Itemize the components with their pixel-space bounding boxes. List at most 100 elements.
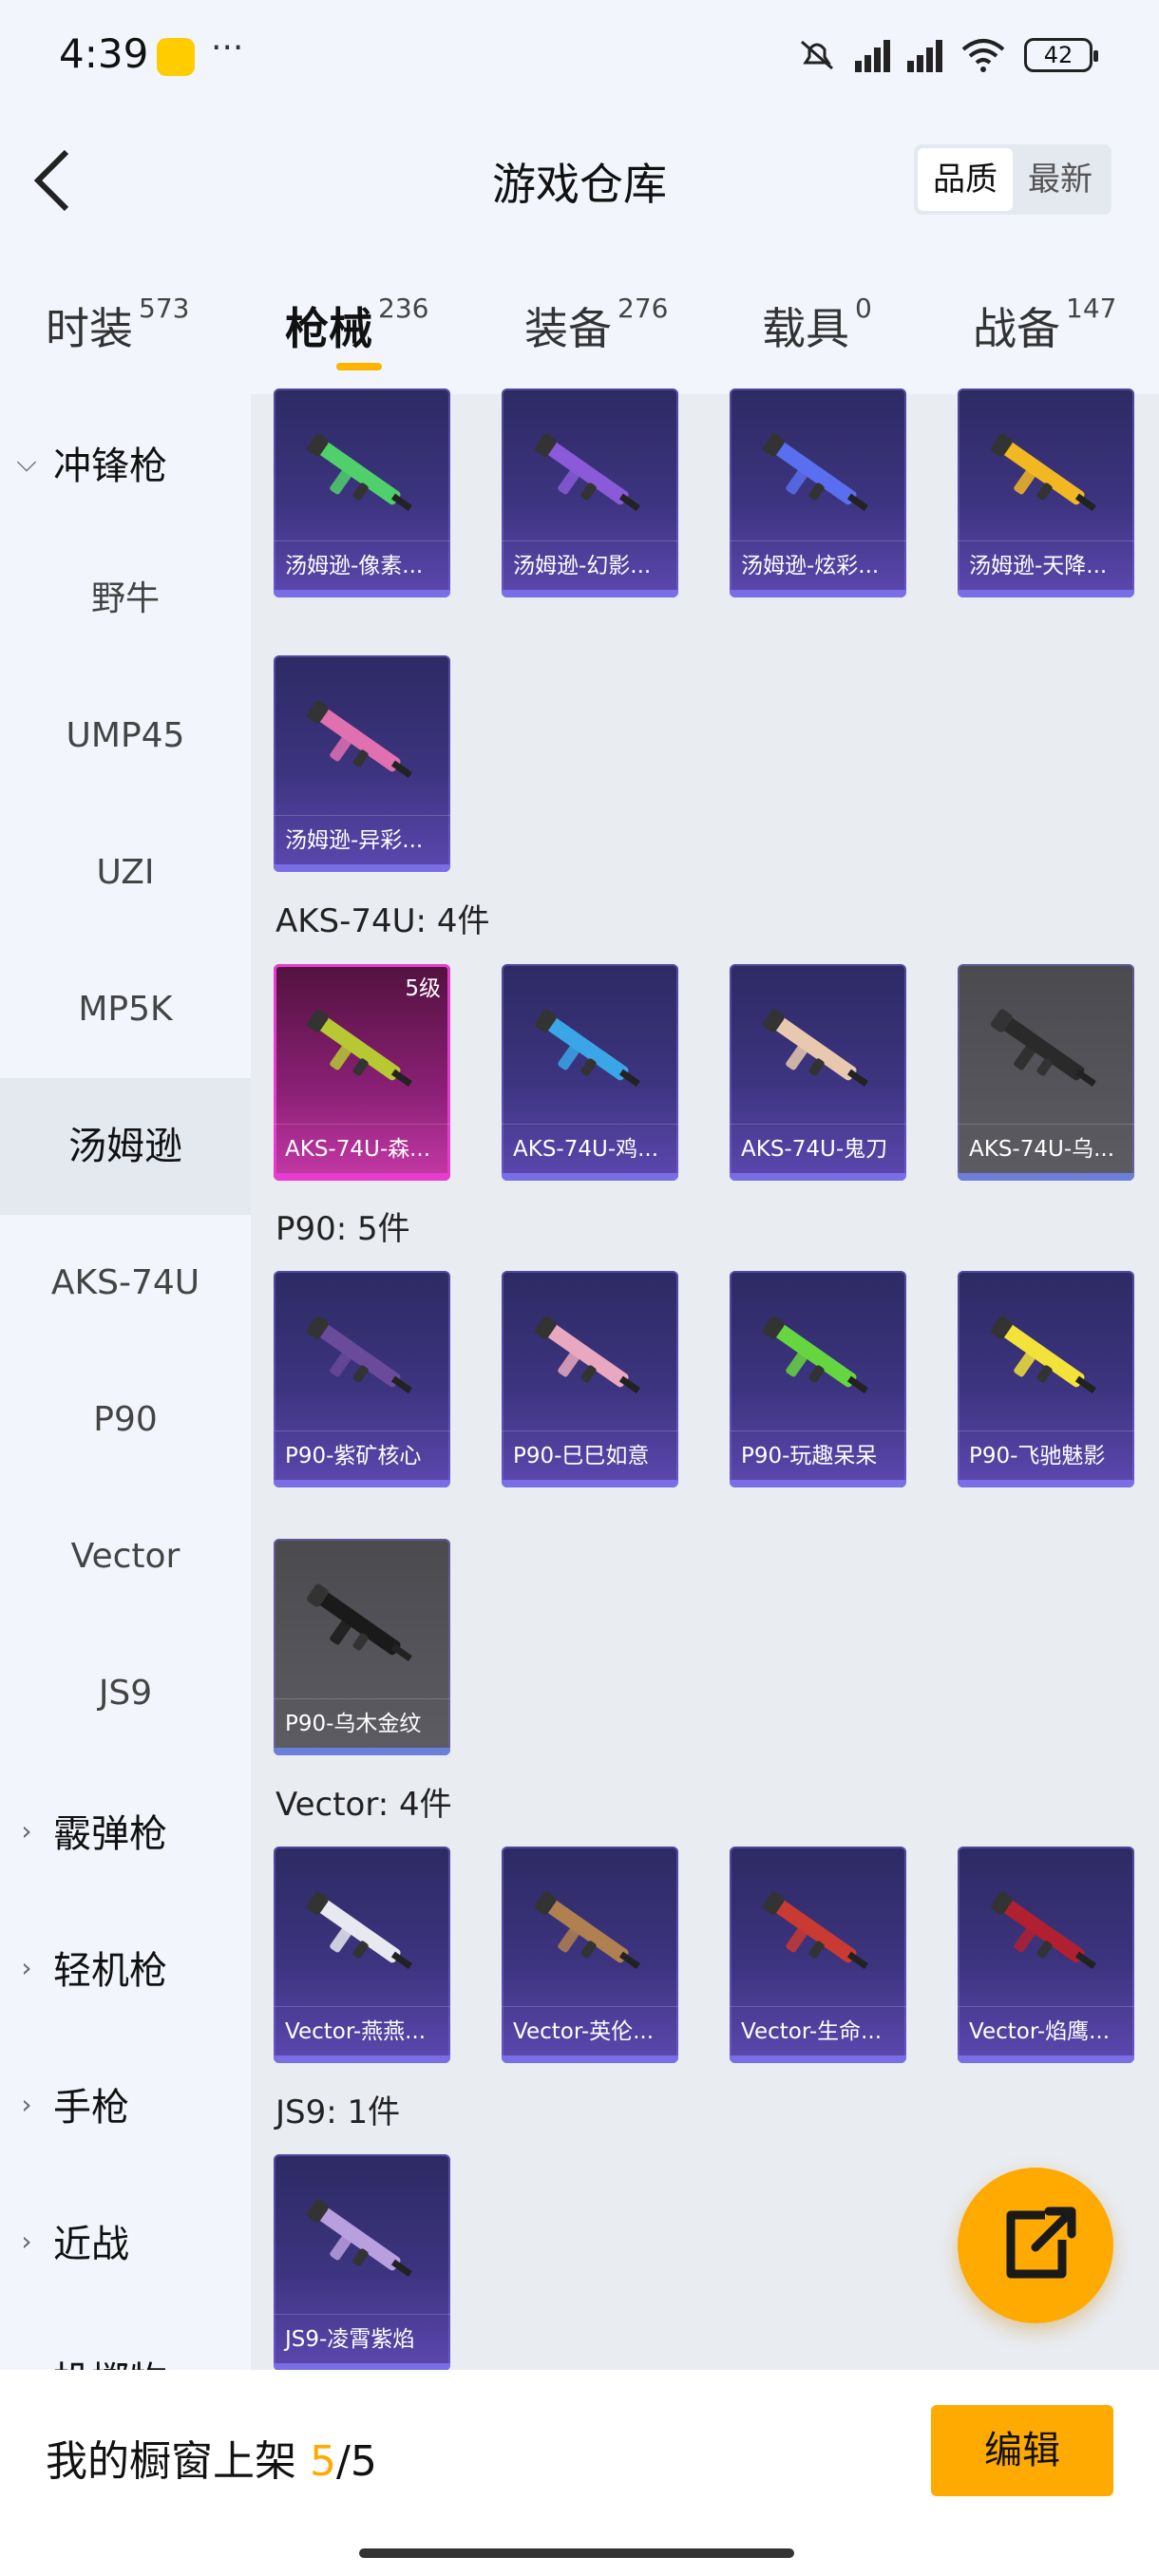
rarity-bar <box>958 2055 1134 2063</box>
weapon-name: 汤姆逊-幻影... <box>502 540 678 590</box>
group-label: Vector: 4件 <box>276 1786 452 1824</box>
tab-vehicles[interactable]: 载具 0 <box>762 293 872 357</box>
wifi-icon <box>961 39 1005 72</box>
sidebar-category-shotgun[interactable]: › 霰弹枪 <box>0 1762 251 1899</box>
sidebar-item-thompson[interactable]: 汤姆逊 <box>0 1078 251 1215</box>
group-label: AKS-74U: 4件 <box>276 902 490 940</box>
chevron-down-icon: ⌵ <box>16 446 37 478</box>
showcase-used: 5 <box>310 2437 336 2486</box>
tab-guns[interactable]: 枪械 236 <box>285 293 429 357</box>
status-time: 4:39 <box>59 30 149 77</box>
rarity-bar <box>274 1480 450 1487</box>
weapon-card[interactable]: AKS-74U-乌... <box>958 964 1134 1181</box>
tab-count: 236 <box>378 293 429 324</box>
weapon-icon <box>307 2199 412 2278</box>
weapon-name: 汤姆逊-像素... <box>274 540 450 590</box>
weapon-card[interactable]: Vector-焰鹰... <box>958 1847 1134 2063</box>
weapon-name: AKS-74U-森... <box>274 1124 450 1173</box>
tab-label: 时装 <box>46 303 133 354</box>
group-label: JS9: 1件 <box>276 2093 401 2131</box>
sidebar-category-throwable[interactable]: ›投掷物 <box>0 2309 251 2370</box>
sidebar-category-melee[interactable]: › 近战 <box>0 2172 251 2309</box>
weapon-card[interactable]: P90-玩趣呆呆 <box>730 1271 906 1487</box>
tab-supplies[interactable]: 战备 147 <box>973 293 1117 357</box>
sidebar-category-label: 近战 <box>53 2223 129 2266</box>
sidebar-category-pistol[interactable]: › 手枪 <box>0 2036 251 2172</box>
weapon-card[interactable]: AKS-74U-鸡... <box>502 964 678 1181</box>
weapon-name: Vector-燕燕... <box>274 2006 450 2055</box>
weapon-name: AKS-74U-鸡... <box>502 1124 678 1173</box>
tab-count: 147 <box>1066 293 1117 324</box>
sort-latest-button[interactable]: 最新 <box>1013 148 1108 211</box>
weapon-name: P90-巳巳如意 <box>502 1430 678 1480</box>
rarity-bar <box>274 2055 450 2063</box>
weapon-icon <box>763 1891 868 1970</box>
showcase-label: 我的橱窗上架 <box>46 2437 296 2486</box>
sidebar-item-p90[interactable]: P90 <box>0 1352 251 1488</box>
weapon-icon <box>535 1891 640 1970</box>
sidebar-item-bizon[interactable]: 野牛 <box>0 531 251 668</box>
share-button[interactable] <box>958 2168 1113 2323</box>
sidebar-item-mp5k[interactable]: MP5K <box>0 941 251 1078</box>
sidebar-category-smg[interactable]: ⌵ 冲锋枪 <box>0 394 251 531</box>
sidebar-item-js9[interactable]: JS9 <box>0 1625 251 1762</box>
app-notification-icon <box>157 38 195 76</box>
weapon-card[interactable]: 汤姆逊-天降... <box>958 388 1134 597</box>
weapon-card[interactable]: AKS-74U-鬼刀 <box>730 964 906 1181</box>
home-indicator[interactable] <box>359 2548 794 2558</box>
weapon-card[interactable]: 汤姆逊-炫彩... <box>730 388 906 597</box>
weapon-icon <box>763 1316 868 1394</box>
battery-icon: 42 <box>1024 38 1098 72</box>
weapon-card[interactable]: 汤姆逊-像素... <box>274 388 450 597</box>
rarity-bar <box>502 590 678 597</box>
rarity-bar <box>274 590 450 597</box>
sidebar-item-aks74u[interactable]: AKS-74U <box>0 1215 251 1352</box>
tab-label: 装备 <box>524 303 612 354</box>
edit-button[interactable]: 编辑 <box>931 2405 1113 2496</box>
signal-2-icon <box>907 38 942 72</box>
sidebar: ⌵ 冲锋枪 野牛 UMP45 UZI MP5K 汤姆逊 AKS-74U P90 V… <box>0 394 251 2370</box>
weapon-icon <box>307 1009 412 1088</box>
sidebar-item-vector[interactable]: Vector <box>0 1488 251 1625</box>
weapon-card[interactable]: JS9-凌霄紫焰 <box>274 2154 450 2371</box>
weapon-card[interactable]: Vector-生命... <box>730 1847 906 2063</box>
weapon-name: 汤姆逊-天降... <box>958 540 1134 590</box>
rarity-bar <box>958 590 1134 597</box>
rarity-bar <box>730 1480 906 1487</box>
weapon-name: P90-玩趣呆呆 <box>730 1430 906 1480</box>
rarity-bar <box>730 590 906 597</box>
weapon-card[interactable]: P90-紫矿核心 <box>274 1271 450 1487</box>
weapon-card[interactable]: P90-乌木金纹 <box>274 1539 450 1755</box>
weapon-name: AKS-74U-鬼刀 <box>730 1124 906 1173</box>
weapon-name: Vector-生命... <box>730 2006 906 2055</box>
weapon-card[interactable]: Vector-英伦... <box>502 1847 678 2063</box>
sort-quality-button[interactable]: 品质 <box>918 148 1013 211</box>
active-tab-indicator <box>336 363 382 370</box>
weapon-card[interactable]: 5级 AKS-74U-森... <box>274 964 450 1181</box>
sidebar-category-lmg[interactable]: › 轻机枪 <box>0 1899 251 2036</box>
sidebar-category-label: 手枪 <box>53 2086 129 2130</box>
weapon-card[interactable]: 汤姆逊-幻影... <box>502 388 678 597</box>
tab-count: 573 <box>139 293 190 324</box>
weapon-card[interactable]: P90-飞驰魅影 <box>958 1271 1134 1487</box>
weapon-card[interactable]: 汤姆逊-异彩... <box>274 655 450 872</box>
weapon-card[interactable]: Vector-燕燕... <box>274 1847 450 2063</box>
sidebar-category-label: 轻机枪 <box>53 1949 167 1993</box>
sort-toggle: 品质 最新 <box>914 144 1112 215</box>
status-bar: 4:39 ··· 42 <box>0 0 1159 114</box>
chevron-right-icon: › <box>21 1814 32 1847</box>
weapon-card[interactable]: P90-巳巳如意 <box>502 1271 678 1487</box>
rarity-bar <box>502 2055 678 2063</box>
header: 游戏仓库 品质 最新 <box>0 114 1159 247</box>
bottom-bar: 我的橱窗上架 5/5 编辑 <box>0 2370 1159 2576</box>
tab-fashion[interactable]: 时装 573 <box>46 293 190 357</box>
tab-count: 0 <box>855 293 872 324</box>
chevron-right-icon: › <box>21 2088 32 2120</box>
signal-1-icon <box>855 38 890 72</box>
weapon-name: 汤姆逊-炫彩... <box>730 540 906 590</box>
rarity-bar <box>502 1173 678 1181</box>
rarity-bar <box>274 864 450 872</box>
sidebar-item-uzi[interactable]: UZI <box>0 805 251 941</box>
sidebar-item-ump45[interactable]: UMP45 <box>0 668 251 805</box>
tab-equipment[interactable]: 装备 276 <box>524 293 668 357</box>
